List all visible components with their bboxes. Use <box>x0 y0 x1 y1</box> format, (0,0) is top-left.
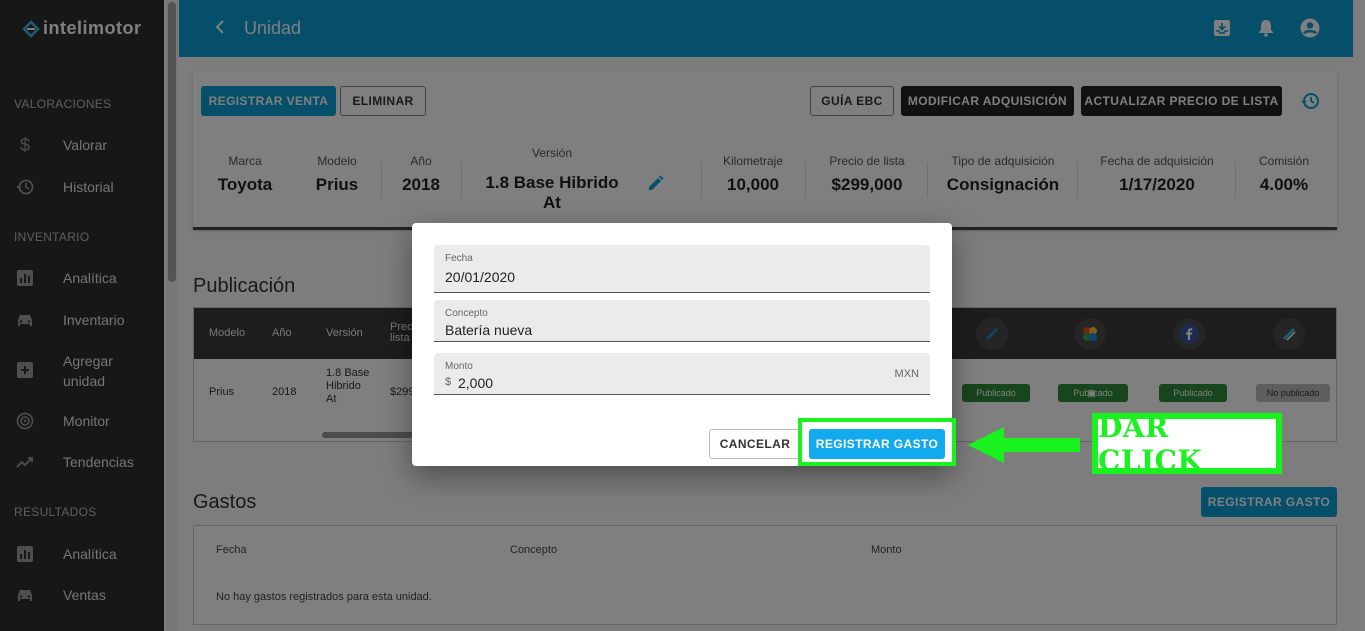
date-input[interactable]: 20/01/2020 <box>445 269 515 285</box>
currency-suffix: MXN <box>894 368 919 380</box>
amount-input[interactable]: 2,000 <box>458 375 493 391</box>
highlight-box <box>798 418 956 466</box>
callout-inner: DAR CLICK <box>1097 411 1277 477</box>
field-label: Fecha <box>445 253 473 264</box>
concept-field[interactable]: Concepto Batería nueva <box>434 300 930 342</box>
cancel-button[interactable]: CANCELAR <box>709 429 801 459</box>
currency-prefix: $ <box>445 376 452 388</box>
click-instruction-callout: DAR CLICK <box>1092 411 1282 477</box>
amount-field[interactable]: Monto $ 2,000 MXN <box>434 353 930 395</box>
field-label: Concepto <box>445 308 488 319</box>
field-label: Monto <box>445 361 473 372</box>
callout-text: DAR CLICK <box>1098 410 1203 477</box>
arrow-left-icon <box>968 427 1080 463</box>
date-field[interactable]: Fecha 20/01/2020 <box>434 245 930 293</box>
concept-input[interactable]: Batería nueva <box>445 322 532 338</box>
